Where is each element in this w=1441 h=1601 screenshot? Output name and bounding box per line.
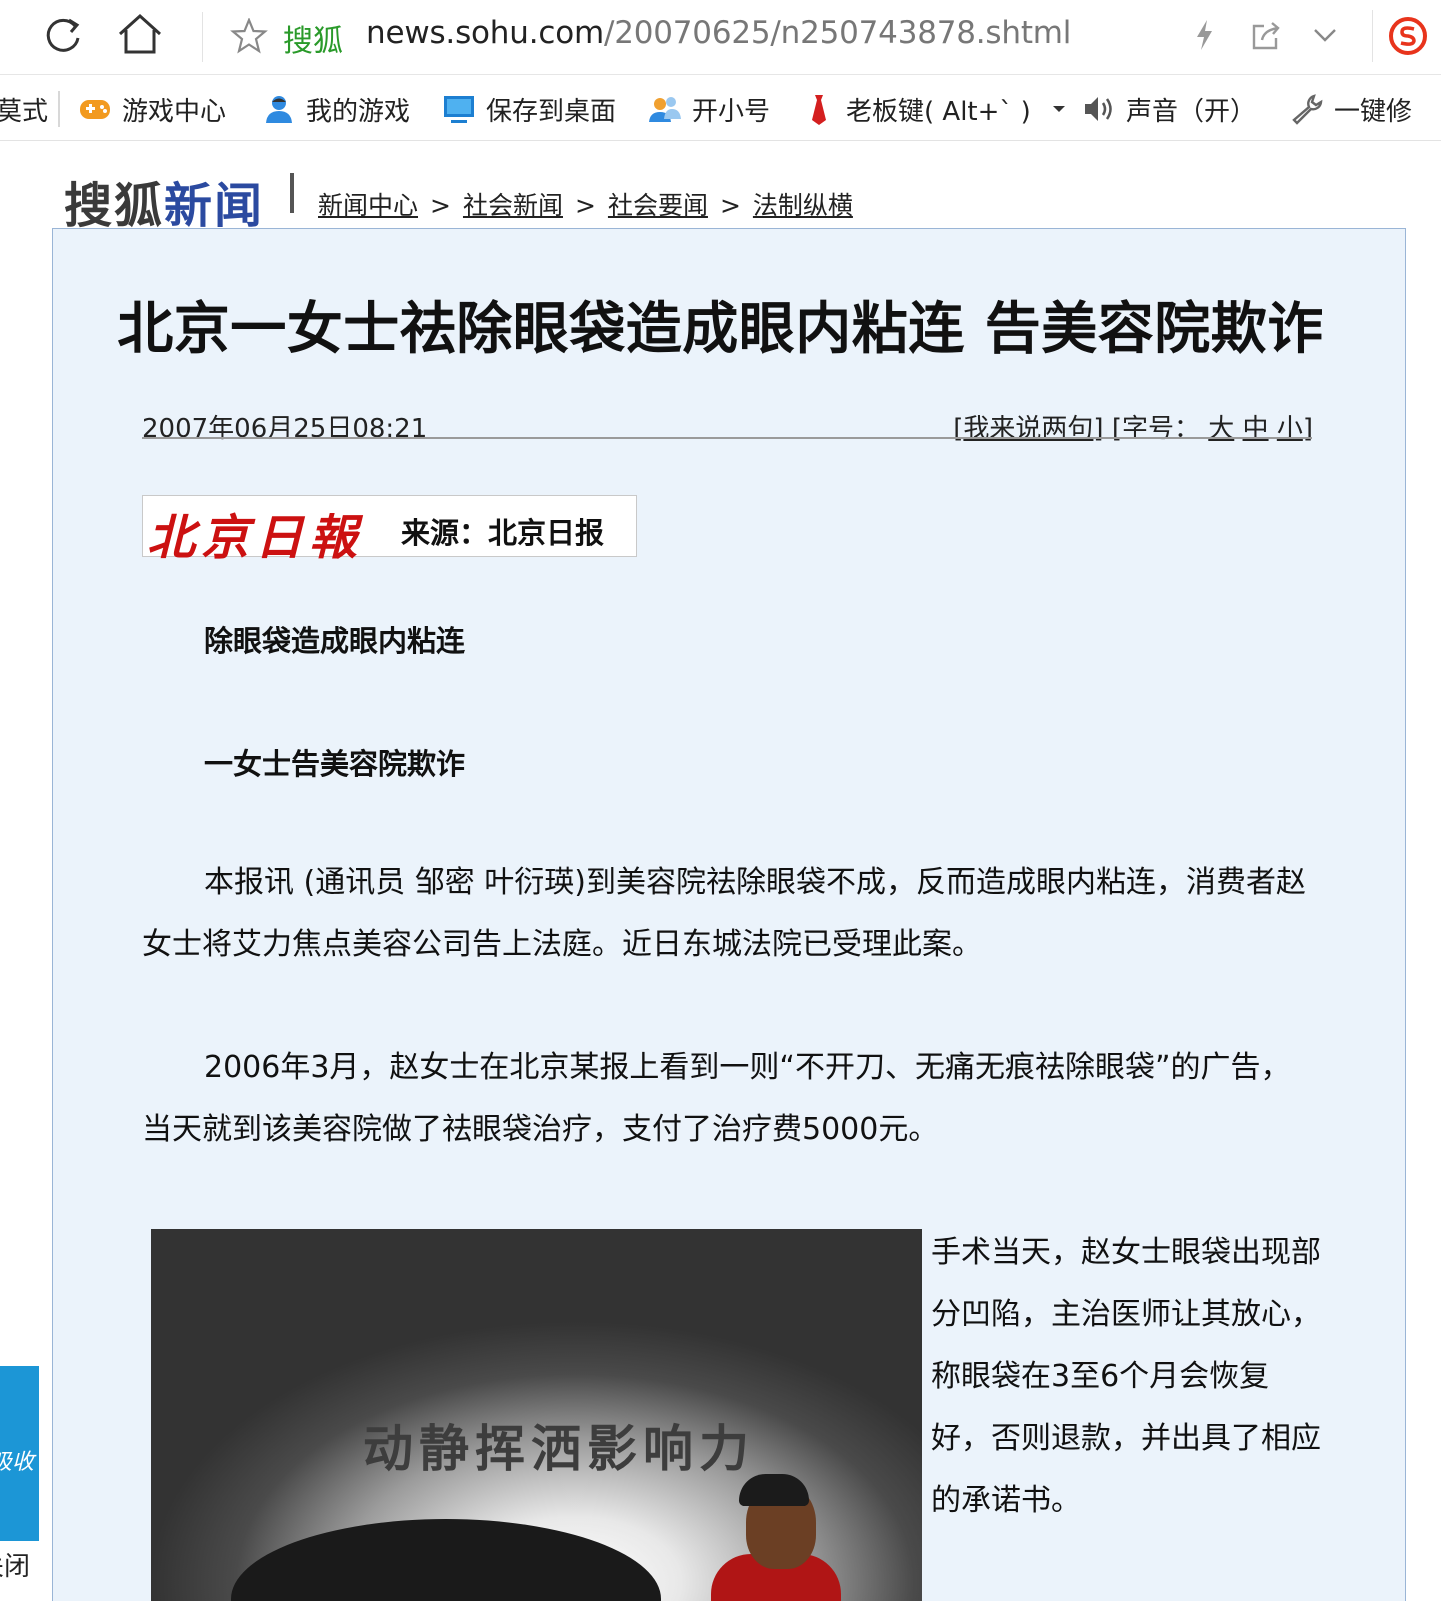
tie-icon xyxy=(812,95,826,125)
url-path: /20070625/n250743878.shtml xyxy=(603,15,1072,51)
users-icon xyxy=(649,97,681,122)
bookmark-boss-key[interactable]: 老板键( Alt+` ) xyxy=(802,92,1067,127)
logo-sohu: 搜狐 xyxy=(64,178,165,234)
bookmark-label: 开小号 xyxy=(692,96,771,127)
ad-person-cap xyxy=(739,1474,809,1506)
article-paragraph: 手术当天，赵女士眼袋出现部分凹陷，主治医师让其放心，称眼袋在3至6个月会恢复好，… xyxy=(931,1235,1321,1518)
sogou-icon[interactable] xyxy=(1388,16,1428,56)
font-size-label: 字号： xyxy=(1121,414,1200,444)
bookmark-label: 我的游戏 xyxy=(306,96,411,127)
bookmark-label: 老板键( Alt+` ) xyxy=(846,96,1031,127)
breadcrumb-social-news[interactable]: 社会新闻 xyxy=(463,191,563,220)
user-icon xyxy=(266,96,292,123)
bookmark-my-games[interactable]: 我的游戏 xyxy=(262,92,411,127)
source-label: 来源：北京日报 xyxy=(401,516,605,550)
logo-divider xyxy=(290,173,294,213)
site-logo[interactable]: 搜狐新闻 xyxy=(64,166,264,236)
left-float-widget[interactable]: 吸收 xyxy=(0,1366,39,1541)
bookmark-label: 声音（开） xyxy=(1126,96,1257,127)
breadcrumb-top-social[interactable]: 社会要闻 xyxy=(608,191,708,220)
wrench-icon xyxy=(1292,94,1323,125)
bookmark-bar: 莫式 游戏中心 我的游戏 保存到桌面 开小号 老板键( Alt+` ) 声音（开… xyxy=(0,75,1441,141)
site-name: 搜狐 xyxy=(283,24,343,59)
divider xyxy=(58,91,60,127)
bookmark-new-account[interactable]: 开小号 xyxy=(648,92,771,127)
url-host: news.sohu.com xyxy=(366,15,604,51)
article-subtitle: 除眼袋造成眼内粘连 xyxy=(204,624,466,658)
caret-down-icon[interactable] xyxy=(1051,104,1067,114)
breadcrumb-law[interactable]: 法制纵横 xyxy=(753,191,853,220)
star-icon[interactable] xyxy=(230,18,268,54)
bookmark-partial-label: 莫式 xyxy=(0,96,49,127)
font-size-small[interactable]: 小 xyxy=(1277,414,1303,444)
comment-link[interactable]: 我来说两句 xyxy=(963,414,1093,444)
bookmark-label: 一键修 xyxy=(1334,96,1413,127)
article-tools: [我来说两句] [字号： 大 中 小] xyxy=(953,414,1313,444)
article-subtitle: 一女士告美容院欺诈 xyxy=(204,747,466,781)
speaker-icon xyxy=(1085,97,1112,121)
article-paragraph: 本报讯 (通讯员 邹密 叶衍瑛)到美容院祛除眼袋不成，反而造成眼内粘连，消费者赵… xyxy=(142,865,1307,962)
monitor-icon xyxy=(444,96,474,123)
refresh-icon[interactable] xyxy=(42,14,84,56)
bookmark-partial[interactable]: 莫式 xyxy=(0,92,49,127)
article-paragraph: 2006年3月，赵女士在北京某报上看到一则“不开刀、无痛无痕祛除眼袋”的广告，当… xyxy=(142,1050,1291,1147)
source-newspaper-logo: 北京日報 xyxy=(147,510,364,566)
divider xyxy=(202,12,203,62)
breadcrumb: 新闻中心 > 社会新闻 > 社会要闻 > 法制纵横 xyxy=(318,186,853,222)
url-field[interactable]: news.sohu.com/20070625/n250743878.shtml xyxy=(366,15,1071,51)
bookmark-sound[interactable]: 声音（开） xyxy=(1082,92,1257,127)
divider xyxy=(1372,10,1373,62)
article-title: 北京一女士祛除眼袋造成眼内粘连 告美容院欺诈 xyxy=(117,297,1324,362)
ad-car-shape xyxy=(231,1519,661,1601)
left-widget-text: 吸收 xyxy=(0,1450,35,1475)
ad-slogan: 动静挥洒影响力 xyxy=(363,1420,755,1478)
breadcrumb-sep: > xyxy=(719,191,741,220)
divider xyxy=(142,437,1312,439)
lightning-icon[interactable] xyxy=(1192,18,1216,52)
bookmark-label: 游戏中心 xyxy=(122,96,227,127)
logo-news: 新闻 xyxy=(164,178,265,234)
bookmark-repair[interactable]: 一键修 xyxy=(1290,92,1413,127)
font-size-medium[interactable]: 中 xyxy=(1243,414,1269,444)
home-icon[interactable] xyxy=(116,12,164,56)
article-date: 2007年06月25日08:21 xyxy=(142,414,428,444)
advertisement-image[interactable]: 动静挥洒影响力 xyxy=(151,1229,922,1601)
chevron-down-icon[interactable] xyxy=(1312,26,1338,44)
address-bar: 搜狐 news.sohu.com/20070625/n250743878.sht… xyxy=(0,0,1441,75)
bookmark-game-center[interactable]: 游戏中心 xyxy=(78,92,227,127)
source-box: 北京日報 来源：北京日报 xyxy=(142,495,637,566)
breadcrumb-sep: > xyxy=(430,191,451,220)
font-size-large[interactable]: 大 xyxy=(1208,414,1234,444)
left-widget-close[interactable]: 关闭 xyxy=(0,1546,30,1583)
breadcrumb-sep: > xyxy=(574,191,596,220)
bookmark-label: 保存到桌面 xyxy=(486,96,617,127)
bookmark-save-desktop[interactable]: 保存到桌面 xyxy=(442,92,617,127)
gamepad-icon xyxy=(80,100,110,119)
share-icon[interactable] xyxy=(1250,20,1282,52)
breadcrumb-news-center[interactable]: 新闻中心 xyxy=(318,191,418,220)
